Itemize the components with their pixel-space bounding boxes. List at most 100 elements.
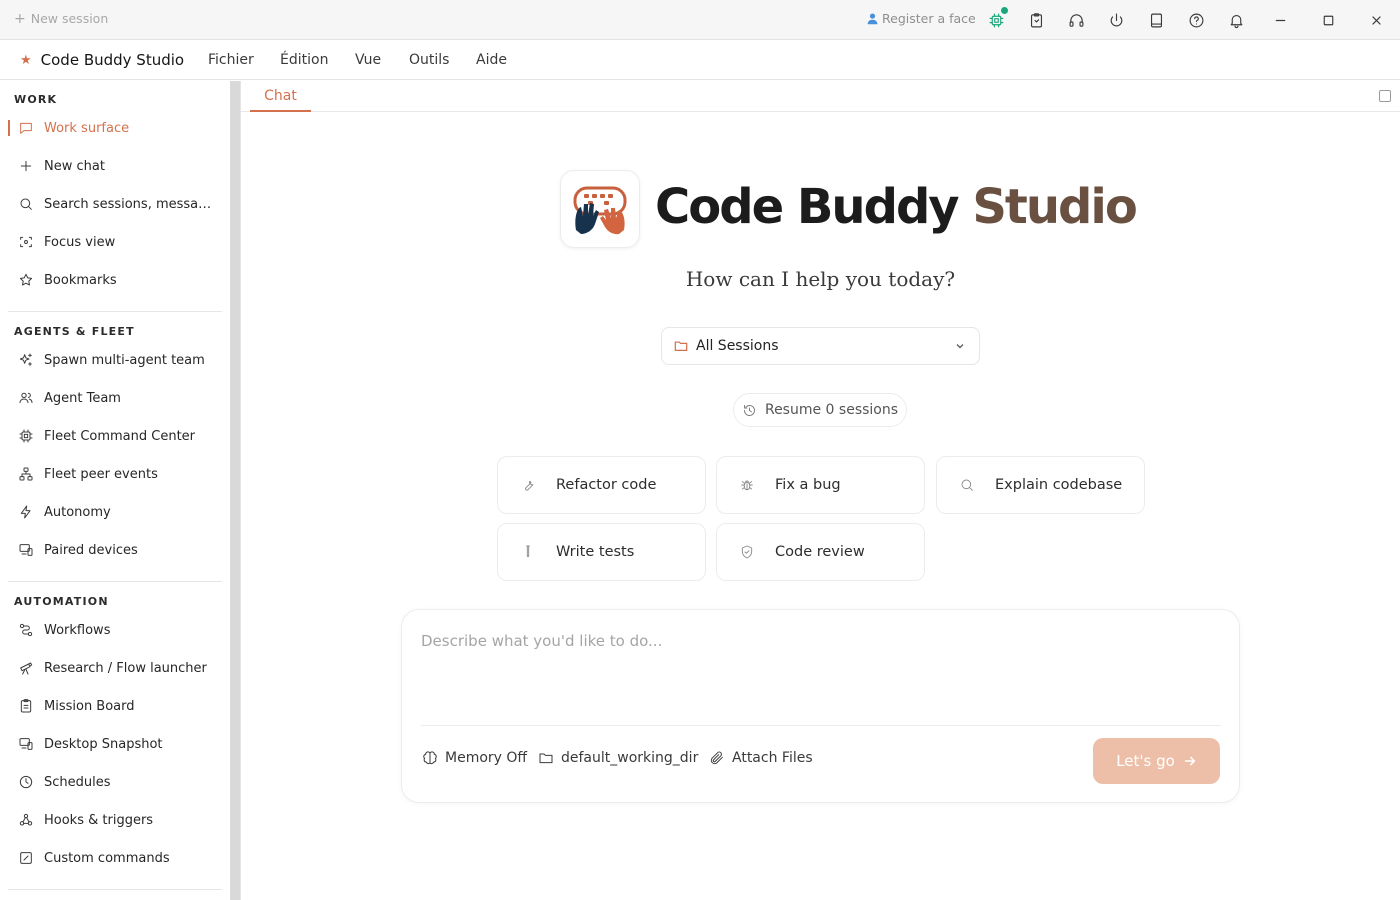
sidebar-item-label: Workflows <box>44 622 111 638</box>
clipboard-button[interactable] <box>1026 10 1046 30</box>
main-panel: Chat Code Buddy Studio How can I help yo… <box>240 81 1400 900</box>
notifications-button[interactable] <box>1226 10 1246 30</box>
sidebar-item-fleet-peer-events[interactable]: Fleet peer events <box>8 458 222 490</box>
menu-bar: ★ Code Buddy Studio Fichier Édition Vue … <box>0 40 1400 80</box>
sidebar-item-label: Focus view <box>44 234 116 250</box>
cpu-icon <box>19 429 33 443</box>
close-button[interactable] <box>1366 10 1386 30</box>
title-bar: + New session Register a face <box>0 0 1400 40</box>
sidebar-item-label: Mission Board <box>44 698 135 714</box>
sidebar-item-spawn-team[interactable]: Spawn multi-agent team <box>8 344 222 376</box>
headphones-button[interactable] <box>1066 10 1086 30</box>
memory-toggle[interactable]: Memory Off <box>422 750 527 766</box>
hero-title: Code Buddy Studio <box>655 179 1138 235</box>
star-icon <box>19 273 33 286</box>
prompt-input[interactable] <box>421 632 1211 692</box>
sidebar-item-label: Paired devices <box>44 542 138 558</box>
session-filter-dropdown[interactable]: All Sessions <box>661 327 980 365</box>
cpu-icon <box>989 13 1003 27</box>
section-divider <box>8 889 222 890</box>
sidebar-item-research-flow[interactable]: Research / Flow launcher <box>8 652 222 684</box>
session-filter-value: All Sessions <box>696 338 779 354</box>
memory-label: Memory Off <box>445 750 528 766</box>
menu-vue[interactable]: Vue <box>355 52 381 68</box>
chat-bubble-icon <box>20 122 32 134</box>
star-icon: ★ <box>20 52 32 68</box>
help-icon <box>1189 13 1203 27</box>
section-title-agents-fleet: AGENTS & FLEET <box>14 325 135 338</box>
sidebar-item-mission-board[interactable]: Mission Board <box>8 690 222 722</box>
attach-files-button[interactable]: Attach Files <box>709 750 813 766</box>
wrench-icon <box>525 480 534 491</box>
bell-icon <box>1230 14 1242 28</box>
resume-sessions-button[interactable]: Resume 0 sessions <box>733 393 907 427</box>
sidebar-item-label: Work surface <box>44 120 130 136</box>
telescope-icon <box>20 662 33 675</box>
menu-aide[interactable]: Aide <box>476 52 507 68</box>
shield-check-icon <box>741 545 753 559</box>
hero-title-accent: Studio <box>972 179 1137 235</box>
resume-label: Resume 0 sessions <box>764 402 899 418</box>
tablet-button[interactable] <box>1146 10 1166 30</box>
quick-action-explain[interactable]: Explain codebase <box>936 456 1145 514</box>
monitor-icon <box>19 738 33 750</box>
power-icon <box>1110 13 1122 26</box>
sidebar-item-autonomy[interactable]: Autonomy <box>8 496 222 528</box>
sidebar-item-label: Hooks & triggers <box>44 812 154 828</box>
sidebar-item-agent-team[interactable]: Agent Team <box>8 382 222 414</box>
sidebar-item-work-surface[interactable]: Work surface <box>8 112 222 144</box>
menu-outils[interactable]: Outils <box>409 52 449 68</box>
menu-edition[interactable]: Édition <box>280 52 328 68</box>
network-icon <box>19 467 33 481</box>
quick-action-label: Code review <box>775 544 865 560</box>
quick-action-write-tests[interactable]: Write tests <box>497 523 706 581</box>
quick-action-refactor[interactable]: Refactor code <box>497 456 706 514</box>
sidebar-item-desktop-snapshot[interactable]: Desktop Snapshot <box>8 728 222 760</box>
quick-action-label: Explain codebase <box>995 477 1123 493</box>
sidebar-item-workflows[interactable]: Workflows <box>8 614 222 646</box>
register-face-button[interactable]: Register a face <box>866 11 976 26</box>
new-session-label: New session <box>30 11 109 26</box>
tab-chat[interactable]: Chat <box>250 81 311 112</box>
devices-icon <box>19 544 33 556</box>
new-session-button[interactable]: + New session <box>14 11 108 26</box>
quick-action-code-review[interactable]: Code review <box>716 523 925 581</box>
plus-icon: + <box>14 10 26 27</box>
sidebar-item-label: Research / Flow launcher <box>44 660 207 676</box>
sidebar: WORK Work surface New chat Search sessio… <box>0 81 230 900</box>
quick-action-fix-bug[interactable]: Fix a bug <box>716 456 925 514</box>
maximize-icon <box>1323 15 1333 25</box>
help-button[interactable] <box>1186 10 1206 30</box>
working-dir-selector[interactable]: default_working_dir <box>538 750 698 766</box>
maximize-button[interactable] <box>1318 10 1338 30</box>
menu-fichier[interactable]: Fichier <box>208 52 254 68</box>
sidebar-item-paired-devices[interactable]: Paired devices <box>8 534 222 566</box>
sparkles-icon <box>19 353 32 366</box>
submit-label: Let's go <box>1116 752 1175 770</box>
sidebar-item-label: Desktop Snapshot <box>44 736 163 752</box>
submit-button[interactable]: Let's go <box>1093 738 1220 784</box>
sidebar-item-fleet-command[interactable]: Fleet Command Center <box>8 420 222 452</box>
plus-icon <box>20 160 32 172</box>
maximize-panel-icon[interactable] <box>1379 90 1391 102</box>
quick-action-label: Refactor code <box>556 477 657 493</box>
sidebar-item-new-chat[interactable]: New chat <box>8 150 222 182</box>
cpu-status-button[interactable] <box>986 7 1008 30</box>
sidebar-resize-handle[interactable] <box>230 81 240 900</box>
arrow-right-icon <box>1184 756 1195 766</box>
section-divider <box>8 581 222 582</box>
minimize-button[interactable] <box>1270 10 1290 30</box>
webhook-icon <box>19 813 33 826</box>
sidebar-item-hooks-triggers[interactable]: Hooks & triggers <box>8 804 222 836</box>
users-icon <box>19 392 33 404</box>
sidebar-item-search[interactable]: Search sessions, messages… <box>8 188 222 220</box>
sidebar-item-label: Bookmarks <box>44 272 117 288</box>
clipboard-list-icon <box>20 699 32 713</box>
history-icon <box>744 404 755 416</box>
sidebar-item-focus-view[interactable]: Focus view <box>8 226 222 258</box>
power-button[interactable] <box>1106 10 1126 30</box>
close-icon <box>1371 15 1381 25</box>
sidebar-item-custom-commands[interactable]: Custom commands <box>8 842 222 874</box>
sidebar-item-schedules[interactable]: Schedules <box>8 766 222 798</box>
sidebar-item-bookmarks[interactable]: Bookmarks <box>8 264 222 296</box>
